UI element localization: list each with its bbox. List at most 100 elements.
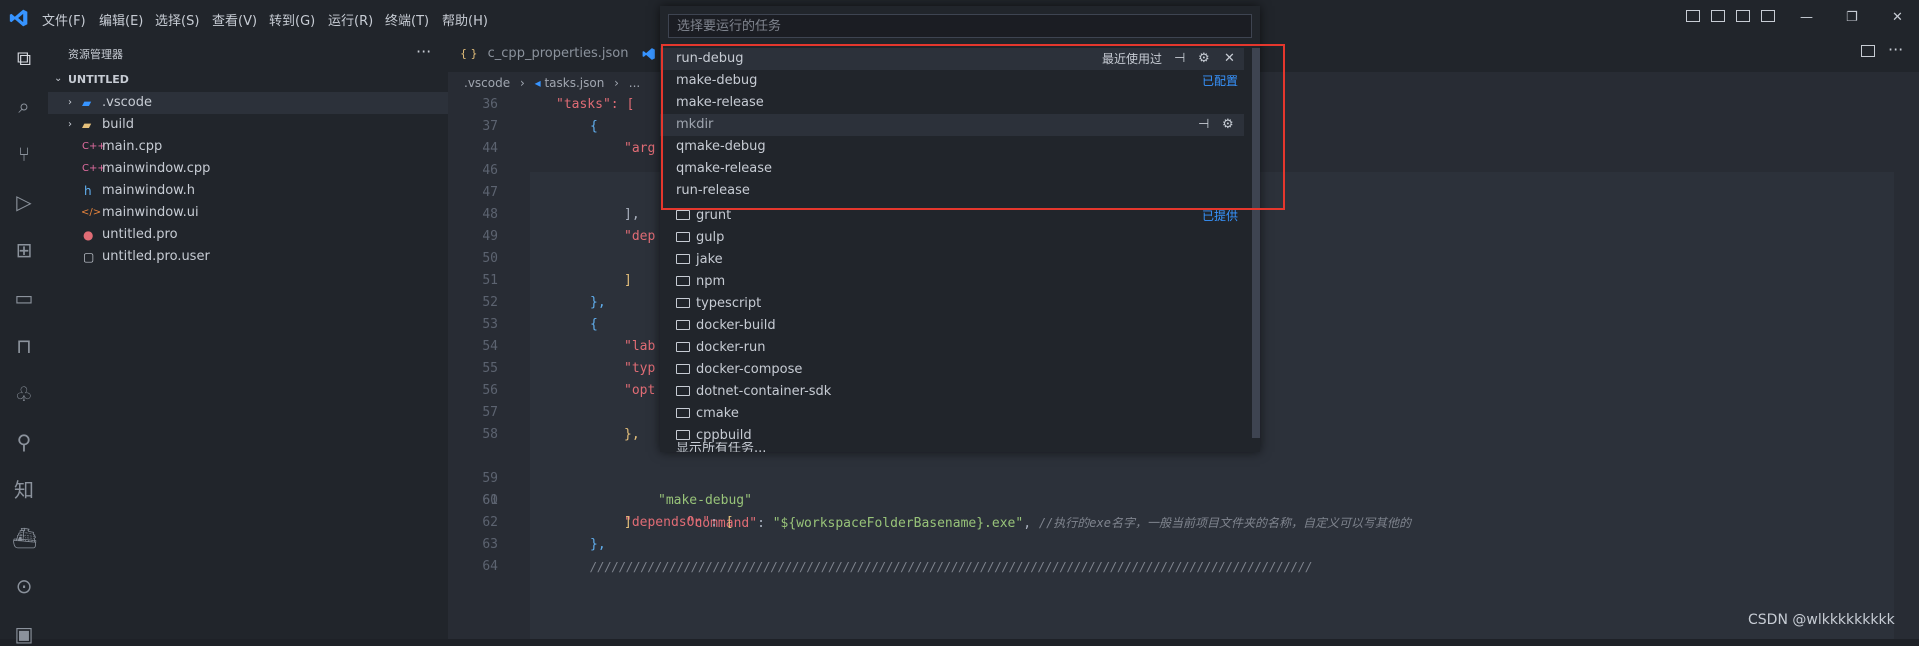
docker-icon[interactable]: ⛴ bbox=[12, 526, 37, 550]
task-label: gulp bbox=[696, 230, 725, 245]
task-label: npm bbox=[696, 274, 726, 289]
vscode-logo-icon[interactable] bbox=[8, 8, 30, 28]
toggle-primary-sidebar-icon[interactable] bbox=[1686, 10, 1700, 22]
task-label: cmake bbox=[696, 406, 739, 421]
code-line: 60 "dependsOn": [ bbox=[482, 493, 734, 530]
task-folder-cmake[interactable]: cmake bbox=[660, 403, 1244, 425]
folder-icon bbox=[676, 254, 690, 264]
tree-file-mainwindow-ui[interactable]: </> mainwindow.ui bbox=[48, 202, 448, 224]
task-label: dotnet-container-sdk bbox=[696, 384, 832, 399]
task-label: 显示所有任务... bbox=[676, 442, 767, 452]
folder-icon bbox=[676, 386, 690, 396]
folder-icon bbox=[676, 210, 690, 220]
extensions-icon[interactable]: ⊞ bbox=[12, 238, 36, 262]
remote-explorer-icon[interactable]: ▭ bbox=[12, 286, 36, 310]
vscode-tab-icon bbox=[642, 48, 655, 60]
vscode-folder-icon: ▰ bbox=[82, 96, 92, 110]
task-folder-docker-run[interactable]: docker-run bbox=[660, 337, 1244, 359]
file-icon: ▢ bbox=[83, 250, 95, 264]
tree-icon[interactable]: ♧ bbox=[12, 382, 36, 406]
tree-item-label: untitled.pro.user bbox=[102, 249, 210, 264]
breadcrumb-folder[interactable]: .vscode bbox=[464, 76, 510, 90]
tree-folder-build[interactable]: › ▰ build bbox=[48, 114, 448, 136]
folder-icon bbox=[676, 408, 690, 418]
task-folder-docker-compose[interactable]: docker-compose bbox=[660, 359, 1244, 381]
chevron-right-icon: › bbox=[68, 97, 72, 108]
more-actions-icon[interactable]: ··· bbox=[416, 42, 431, 61]
tree-file-mainwindow-h[interactable]: h mainwindow.h bbox=[48, 180, 448, 202]
qt-project-icon: ● bbox=[83, 228, 94, 242]
run-debug-icon[interactable]: ▷ bbox=[12, 190, 36, 214]
explorer-sidebar: 资源管理器 ··· ⌄ UNTITLED › ▰ .vscode › ▰ bui… bbox=[48, 36, 448, 639]
folder-icon bbox=[676, 276, 690, 286]
tree-item-label: build bbox=[102, 117, 134, 132]
restore-button[interactable]: ❐ bbox=[1846, 10, 1858, 25]
toggle-secondary-sidebar-icon[interactable] bbox=[1736, 10, 1750, 22]
menu-selection[interactable]: 选择(S) bbox=[155, 10, 199, 29]
menu-edit[interactable]: 编辑(E) bbox=[99, 10, 143, 29]
toggle-panel-icon[interactable] bbox=[1711, 10, 1725, 22]
folder-icon bbox=[676, 342, 690, 352]
tree-item-label: mainwindow.ui bbox=[102, 205, 199, 220]
task-label: docker-build bbox=[696, 318, 776, 333]
plugin-icon[interactable]: ⚲ bbox=[12, 430, 36, 454]
menu-terminal[interactable]: 终端(T) bbox=[385, 10, 429, 29]
task-folder-typescript[interactable]: typescript bbox=[660, 293, 1244, 315]
task-folder-jake[interactable]: jake bbox=[660, 249, 1244, 271]
editor-more-icon[interactable]: ··· bbox=[1888, 40, 1903, 59]
show-all-tasks[interactable]: 显示所有任务... bbox=[660, 442, 1244, 452]
task-search-input[interactable]: 选择要运行的任务 bbox=[668, 14, 1252, 38]
watermark: CSDN @wlkkkkkkkkk bbox=[1748, 612, 1895, 628]
menu-view[interactable]: 查看(V) bbox=[212, 10, 257, 29]
sidebar-title: 资源管理器 bbox=[68, 48, 123, 61]
menu-file[interactable]: 文件(F) bbox=[42, 10, 86, 29]
tree-file-main-cpp[interactable]: C++ main.cpp bbox=[48, 136, 448, 158]
tab-c-cpp-properties[interactable]: { } c_cpp_properties.json bbox=[460, 36, 640, 72]
tree-file-mainwindow-cpp[interactable]: C++ mainwindow.cpp bbox=[48, 158, 448, 180]
folder-icon: ▰ bbox=[82, 118, 92, 132]
menu-go[interactable]: 转到(G) bbox=[269, 10, 315, 29]
misc-icon[interactable]: ▣ bbox=[12, 622, 36, 646]
task-folder-dotnet-container-sdk[interactable]: dotnet-container-sdk bbox=[660, 381, 1244, 403]
task-folder-docker-build[interactable]: docker-build bbox=[660, 315, 1244, 337]
workspace-section-title[interactable]: UNTITLED bbox=[68, 73, 129, 86]
menu-run[interactable]: 运行(R) bbox=[328, 10, 373, 29]
folder-icon bbox=[676, 430, 690, 440]
minimize-button[interactable]: — bbox=[1800, 10, 1813, 25]
task-folder-npm[interactable]: npm bbox=[660, 271, 1244, 293]
git-graph-icon[interactable]: ⊙ bbox=[12, 574, 36, 598]
activity-bar: ⧉ ⌕ ⑂ ▷ ⊞ ▭ ⊓ ♧ ⚲ 知 ⛴ ⊙ ▣ bbox=[0, 36, 48, 646]
zhi-icon[interactable]: 知 bbox=[12, 478, 36, 502]
tree-item-label: main.cpp bbox=[102, 139, 163, 154]
annotation-highlight-box bbox=[661, 44, 1285, 210]
task-label: typescript bbox=[696, 296, 762, 311]
chevron-right-icon: › bbox=[519, 76, 525, 90]
task-folder-gulp[interactable]: gulp bbox=[660, 227, 1244, 249]
breadcrumb: .vscode › ◂ tasks.json › ... bbox=[464, 72, 640, 94]
customize-layout-icon[interactable] bbox=[1761, 10, 1775, 22]
breadcrumb-file[interactable]: tasks.json bbox=[544, 76, 604, 90]
task-label: docker-run bbox=[696, 340, 766, 355]
vscode-file-icon: ◂ bbox=[534, 76, 541, 90]
folder-icon bbox=[676, 232, 690, 242]
source-control-icon[interactable]: ⑂ bbox=[12, 142, 36, 166]
tree-item-label: .vscode bbox=[102, 95, 152, 110]
split-editor-icon[interactable] bbox=[1861, 45, 1875, 57]
json-file-icon: { } bbox=[460, 47, 478, 60]
search-icon[interactable]: ⌕ bbox=[12, 94, 36, 118]
tree-file-untitled-pro[interactable]: ● untitled.pro bbox=[48, 224, 448, 246]
menu-help[interactable]: 帮助(H) bbox=[442, 10, 488, 29]
section-chevron-icon[interactable]: ⌄ bbox=[54, 73, 62, 84]
bookmark-icon[interactable]: ⊓ bbox=[12, 334, 36, 358]
tree-file-untitled-pro-user[interactable]: ▢ untitled.pro.user bbox=[48, 246, 448, 268]
tree-folder-vscode[interactable]: › ▰ .vscode bbox=[48, 92, 448, 114]
folder-icon bbox=[676, 364, 690, 374]
close-button[interactable]: ✕ bbox=[1892, 10, 1903, 25]
explorer-icon[interactable]: ⧉ bbox=[12, 46, 36, 70]
chevron-right-icon: › bbox=[68, 119, 72, 130]
breadcrumb-symbol[interactable]: ... bbox=[629, 76, 640, 90]
tree-item-label: mainwindow.h bbox=[102, 183, 195, 198]
chevron-right-icon: › bbox=[614, 76, 619, 90]
task-label: jake bbox=[696, 252, 723, 267]
folder-icon bbox=[676, 298, 690, 308]
